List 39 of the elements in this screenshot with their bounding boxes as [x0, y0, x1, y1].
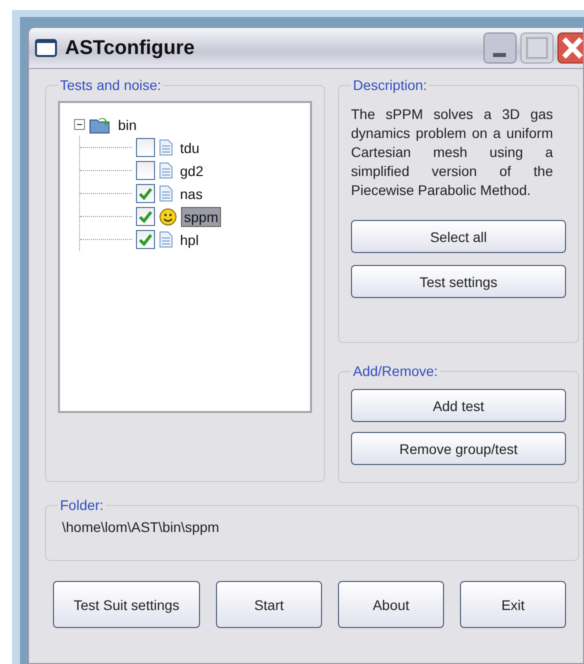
action-button[interactable]: Start	[216, 581, 322, 628]
tree-item[interactable]: tdu	[177, 138, 202, 158]
checkbox[interactable]	[136, 207, 155, 226]
action-button[interactable]: Test Suit settings	[53, 581, 200, 628]
window-title: ASTconfigure	[65, 36, 196, 60]
document-icon	[159, 185, 173, 202]
folder-icon	[89, 116, 111, 134]
check-icon	[139, 210, 152, 222]
action-button[interactable]: Test settings	[351, 265, 566, 298]
tree-item[interactable]: hpl	[177, 230, 202, 250]
check-icon	[139, 234, 152, 246]
group-legend: Description:	[351, 77, 429, 93]
tree-item[interactable]: gd2	[177, 160, 206, 180]
action-button[interactable]: Exit	[460, 581, 566, 628]
document-icon	[159, 231, 173, 248]
document-icon	[159, 139, 173, 156]
smiley-icon	[159, 208, 177, 226]
group-legend: Add/Remove:	[351, 363, 440, 379]
window-icon	[35, 39, 57, 57]
action-button[interactable]: Select all	[351, 220, 566, 253]
close-icon[interactable]	[557, 32, 583, 64]
action-button[interactable]: Remove group/test	[351, 432, 566, 465]
action-button[interactable]: Add test	[351, 389, 566, 422]
tree-item[interactable]: sppm	[181, 206, 222, 226]
folder-path: \home\lom\AST\bin\sppm	[61, 518, 220, 535]
checkbox[interactable]	[136, 230, 155, 249]
document-icon	[159, 162, 173, 179]
checkbox[interactable]	[136, 138, 155, 157]
action-button[interactable]: About	[338, 581, 444, 628]
checkbox[interactable]	[136, 184, 155, 203]
tree-item[interactable]: nas	[177, 184, 206, 204]
minimize-icon[interactable]	[483, 32, 517, 64]
group-legend: Folder:	[58, 497, 106, 513]
checkbox[interactable]	[136, 161, 155, 180]
collapse-icon[interactable]	[74, 119, 85, 130]
check-icon	[139, 188, 152, 200]
description-text: The sPPM solves a 3D gas dynamics problem on a uniform Cartesian mesh using a simplified version of the Piecewise Parabolic Method.	[351, 105, 553, 200]
tree-item[interactable]: bin	[115, 114, 140, 134]
group-legend: Tests and noise:	[58, 77, 164, 93]
